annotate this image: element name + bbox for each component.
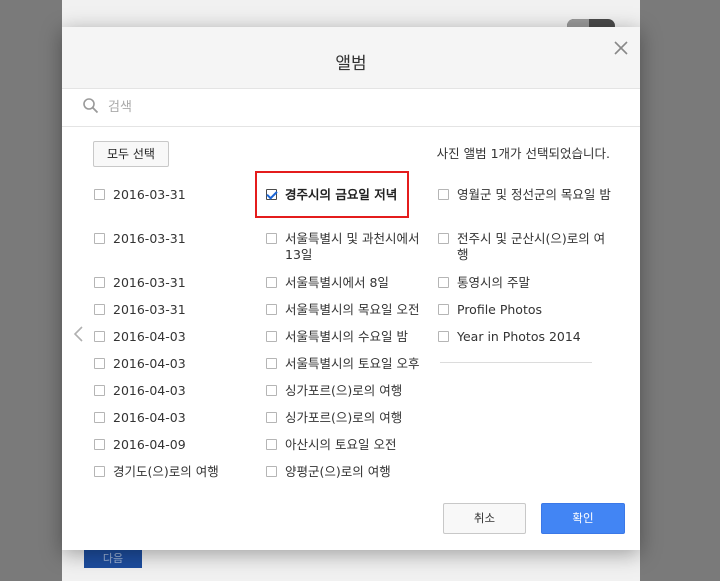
checkbox[interactable]: [266, 304, 277, 315]
search-bar: [62, 89, 640, 127]
album-label: 2016-04-03: [113, 383, 186, 398]
album-item[interactable]: 서울특별시의 토요일 오후: [266, 356, 431, 372]
checkbox[interactable]: [94, 466, 105, 477]
album-label: 싱가포르(으)로의 여행: [285, 383, 403, 398]
album-item[interactable]: 아산시의 토요일 오전: [266, 437, 431, 453]
album-label: 2016-04-03: [113, 329, 186, 344]
album-item[interactable]: 싱가포르(으)로의 여행: [266, 383, 431, 399]
album-label: 2016-03-31: [113, 275, 186, 290]
checkbox[interactable]: [94, 331, 105, 342]
dialog-title: 앨범: [335, 54, 367, 74]
checkbox[interactable]: [438, 233, 449, 244]
album-item[interactable]: 서울특별시의 목요일 오전: [266, 302, 431, 318]
album-label: 서울특별시의 목요일 오전: [285, 302, 420, 317]
album-item[interactable]: 2016-03-31: [94, 275, 224, 291]
album-item[interactable]: 2016-03-31: [94, 187, 224, 203]
album-item[interactable]: Year in Photos 2014: [438, 329, 613, 345]
checkbox[interactable]: [94, 277, 105, 288]
ok-button[interactable]: 확인: [541, 503, 625, 534]
checkbox[interactable]: [266, 412, 277, 423]
album-item[interactable]: 양평군(으)로의 여행: [266, 464, 431, 480]
checkbox[interactable]: [266, 358, 277, 369]
album-label: 서울특별시에서 8일: [285, 275, 389, 290]
divider: [440, 362, 592, 363]
checkbox[interactable]: [94, 304, 105, 315]
album-item[interactable]: 2016-04-09: [94, 437, 224, 453]
album-label: 통영시의 주말: [457, 275, 530, 290]
album-label: 2016-04-09: [113, 437, 186, 452]
album-item[interactable]: 영월군 및 정선군의 목요일 밤: [438, 187, 613, 203]
selection-status: 사진 앨범 1개가 선택되었습니다.: [436, 146, 610, 161]
checkbox[interactable]: [438, 189, 449, 200]
album-label: 2016-03-31: [113, 231, 186, 246]
album-label: 전주시 및 군산시(으)로의 여행: [457, 231, 606, 262]
checkbox[interactable]: [94, 189, 105, 200]
checkbox[interactable]: [266, 331, 277, 342]
album-label: 2016-03-31: [113, 187, 186, 202]
album-label: Profile Photos: [457, 302, 543, 317]
background-next-button: 다음: [84, 550, 142, 568]
album-item[interactable]: 2016-04-03: [94, 383, 224, 399]
album-item[interactable]: 싱가포르(으)로의 여행: [266, 410, 431, 426]
checkbox[interactable]: [94, 412, 105, 423]
checkbox[interactable]: [94, 233, 105, 244]
album-item[interactable]: 2016-03-31: [94, 231, 224, 247]
checkbox[interactable]: [438, 304, 449, 315]
checkbox[interactable]: [94, 358, 105, 369]
album-dialog: 앨범 모두 선택 사진 앨범 1개가 선택되었습니다. 2016-03-31 20…: [62, 27, 640, 550]
album-label: 2016-04-03: [113, 356, 186, 371]
album-item[interactable]: 서울특별시 및 과천시에서 13일: [266, 231, 431, 263]
checkbox[interactable]: [94, 439, 105, 450]
album-label: 2016-04-03: [113, 410, 186, 425]
album-label: 2016-03-31: [113, 302, 186, 317]
album-label: 아산시의 토요일 오전: [285, 437, 397, 452]
album-item[interactable]: 통영시의 주말: [438, 275, 613, 291]
album-label: 서울특별시의 수요일 밤: [285, 329, 408, 344]
search-input[interactable]: [108, 96, 608, 118]
chevron-left-icon[interactable]: [72, 325, 86, 343]
checkbox[interactable]: [266, 439, 277, 450]
album-item[interactable]: 경기도(으)로의 여행: [94, 464, 224, 480]
album-item[interactable]: 2016-04-03: [94, 356, 224, 372]
album-item[interactable]: 서울특별시에서 8일: [266, 275, 431, 291]
checkbox[interactable]: [266, 385, 277, 396]
checkbox[interactable]: [266, 233, 277, 244]
album-label: 경기도(으)로의 여행: [113, 464, 219, 479]
checkbox[interactable]: [266, 466, 277, 477]
album-label: 싱가포르(으)로의 여행: [285, 410, 403, 425]
album-item[interactable]: 전주시 및 군산시(으)로의 여행: [438, 231, 613, 263]
dialog-header: 앨범: [62, 27, 640, 89]
album-item[interactable]: 서울특별시의 수요일 밤: [266, 329, 431, 345]
checkbox[interactable]: [438, 331, 449, 342]
checkbox[interactable]: [94, 385, 105, 396]
album-label: 서울특별시의 토요일 오후: [285, 356, 420, 371]
album-item[interactable]: 2016-03-31: [94, 302, 224, 318]
cancel-button[interactable]: 취소: [443, 503, 526, 534]
search-icon: [82, 97, 100, 115]
checkbox[interactable]: [266, 277, 277, 288]
album-item[interactable]: 2016-04-03: [94, 410, 224, 426]
album-item[interactable]: 2016-04-03: [94, 329, 224, 345]
album-label: Year in Photos 2014: [457, 329, 581, 344]
album-label: 양평군(으)로의 여행: [285, 464, 391, 479]
select-all-button[interactable]: 모두 선택: [93, 141, 169, 167]
close-icon[interactable]: [610, 37, 632, 59]
album-label: 영월군 및 정선군의 목요일 밤: [457, 187, 611, 202]
selection-highlight: [255, 171, 409, 218]
album-label: 서울특별시 및 과천시에서 13일: [285, 231, 420, 262]
checkbox[interactable]: [438, 277, 449, 288]
album-item[interactable]: Profile Photos: [438, 302, 613, 318]
